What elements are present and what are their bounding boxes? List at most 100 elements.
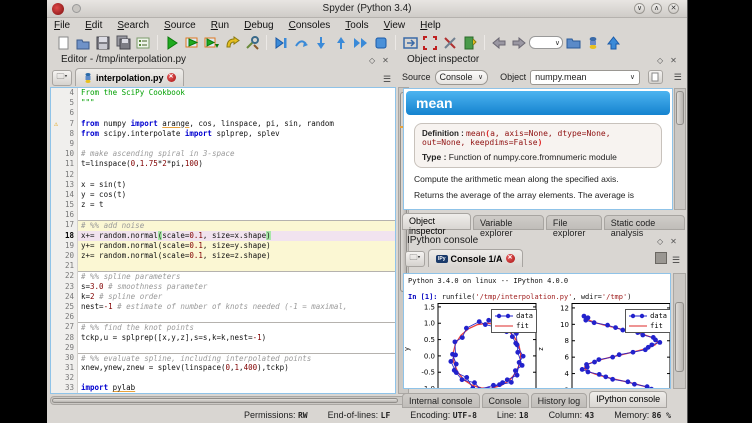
- code-line-10[interactable]: 10# make ascending spiral in 3-space: [51, 149, 395, 159]
- object-inspector-undock-icon[interactable]: ◇: [657, 56, 663, 65]
- menu-source[interactable]: Source: [164, 20, 196, 31]
- browse-directory-button[interactable]: [563, 33, 583, 52]
- code-line-32[interactable]: 32: [51, 373, 395, 383]
- browse-tabs-button[interactable]: 🗀▾: [52, 70, 72, 86]
- editor-close-icon[interactable]: ✕: [382, 56, 389, 65]
- code-line-7[interactable]: ⚠7from numpy import arange, cos, linspac…: [51, 119, 395, 129]
- code-line-18[interactable]: 18x+= random.normal(scale=0.1, size=x.sh…: [51, 231, 395, 241]
- rerun-button[interactable]: [222, 33, 242, 52]
- code-line-26[interactable]: 26: [51, 312, 395, 322]
- code-line-24[interactable]: 24k=2 # spline order: [51, 292, 395, 302]
- console-env-button[interactable]: [583, 33, 603, 52]
- code-line-4[interactable]: 4From the SciPy Cookbook: [51, 88, 395, 98]
- code-line-15[interactable]: 15z = t: [51, 200, 395, 210]
- tab-history-log[interactable]: History log: [531, 393, 588, 408]
- editor-options-button[interactable]: ☰: [378, 72, 396, 86]
- code-editor[interactable]: 4From the SciPy Cookbook5"""6⚠7from nump…: [50, 87, 396, 394]
- tab-internal-console[interactable]: Internal console: [402, 393, 480, 408]
- code-line-12[interactable]: 12: [51, 170, 395, 180]
- run-cell-button[interactable]: [182, 33, 202, 52]
- maximize-pane-button[interactable]: [400, 33, 420, 52]
- console-scrollbar[interactable]: [673, 273, 686, 389]
- step-into-button[interactable]: [311, 33, 331, 52]
- working-directory-combo[interactable]: ∨: [529, 36, 563, 49]
- tab-file-explorer[interactable]: File explorer: [546, 215, 602, 230]
- code-line-11[interactable]: 11t=linspace(0,1.75*2*pi,100): [51, 159, 395, 169]
- code-line-20[interactable]: 20z+= random.normal(scale=0.1, size=z.sh…: [51, 251, 395, 261]
- debug-button[interactable]: [271, 33, 291, 52]
- code-line-29[interactable]: 29: [51, 343, 395, 353]
- code-line-9[interactable]: 9: [51, 139, 395, 149]
- code-line-21[interactable]: 21: [51, 261, 395, 271]
- source-combo[interactable]: Console∨: [435, 70, 489, 85]
- tab-console[interactable]: Console: [482, 393, 529, 408]
- browse-consoles-button[interactable]: 🗀▾: [405, 251, 425, 267]
- editor-tab-interpolation[interactable]: interpolation.py ✕: [75, 68, 184, 86]
- console-options-button[interactable]: ☰: [667, 253, 685, 267]
- code-line-25[interactable]: 25nest=-1 # estimate of number of knots …: [51, 302, 395, 312]
- parent-directory-button[interactable]: [603, 33, 623, 52]
- code-line-22[interactable]: 22# %% spline parameters: [51, 271, 395, 281]
- menu-view[interactable]: View: [384, 20, 406, 31]
- code-line-14[interactable]: 14y = cos(t): [51, 190, 395, 200]
- step-over-button[interactable]: [291, 33, 311, 52]
- code-line-5[interactable]: 5""": [51, 98, 395, 108]
- interrupt-kernel-button[interactable]: [655, 252, 667, 264]
- object-combo[interactable]: numpy.mean∨: [530, 70, 640, 85]
- open-file-button[interactable]: [73, 33, 93, 52]
- menu-search[interactable]: Search: [117, 20, 149, 31]
- menu-help[interactable]: Help: [420, 20, 441, 31]
- run-config-button[interactable]: [242, 33, 262, 52]
- code-line-27[interactable]: 27# %% find the knot points: [51, 322, 395, 332]
- save-button[interactable]: [93, 33, 113, 52]
- tab-variable-explorer[interactable]: Variable explorer: [473, 215, 544, 230]
- code-line-6[interactable]: 6: [51, 108, 395, 118]
- svg-text:6: 6: [565, 354, 570, 362]
- object-inspector-close-icon[interactable]: ✕: [670, 56, 677, 65]
- console-output[interactable]: Python 3.4.0 on linux -- IPython 4.0.0 I…: [403, 273, 671, 389]
- console-tab[interactable]: IPy Console 1/A ✕: [428, 249, 523, 267]
- console-undock-icon[interactable]: ◇: [657, 237, 663, 246]
- code-line-17[interactable]: 17# %% add noise: [51, 220, 395, 230]
- run-button[interactable]: [162, 33, 182, 52]
- svg-text:1.5: 1.5: [424, 303, 435, 311]
- menu-debug[interactable]: Debug: [244, 20, 273, 31]
- tab-object-inspector[interactable]: Object inspector: [402, 213, 471, 230]
- console-close-icon[interactable]: ✕: [670, 237, 677, 246]
- code-line-19[interactable]: 19y+= random.normal(scale=0.1, size=y.sh…: [51, 241, 395, 251]
- stop-debug-button[interactable]: [371, 33, 391, 52]
- editor-undock-icon[interactable]: ◇: [369, 56, 375, 65]
- console-tab-close-icon[interactable]: ✕: [506, 254, 515, 263]
- menu-edit[interactable]: Edit: [85, 20, 102, 31]
- fullscreen-button[interactable]: [420, 33, 440, 52]
- menu-tools[interactable]: Tools: [345, 20, 368, 31]
- code-line-30[interactable]: 30# %% evaluate spline, including interp…: [51, 353, 395, 363]
- code-line-16[interactable]: 16: [51, 210, 395, 220]
- tab-close-icon[interactable]: ✕: [167, 73, 176, 82]
- lock-button[interactable]: [648, 70, 663, 84]
- python-path-button[interactable]: [460, 33, 480, 52]
- editor-horizontal-scrollbar[interactable]: [50, 396, 410, 405]
- code-line-28[interactable]: 28tckp,u = splprep([x,y,z],s=s,k=k,nest=…: [51, 333, 395, 343]
- tools-button[interactable]: [440, 33, 460, 52]
- object-inspector-scrollbar[interactable]: [674, 88, 686, 210]
- tab-static-code-analysis[interactable]: Static code analysis: [604, 215, 685, 230]
- code-line-23[interactable]: 23s=3.0 # smoothness parameter: [51, 282, 395, 292]
- code-line-13[interactable]: 13x = sin(t): [51, 180, 395, 190]
- save-all-button[interactable]: [113, 33, 133, 52]
- file-switcher-button[interactable]: [133, 33, 153, 52]
- menu-file[interactable]: File: [54, 20, 70, 31]
- continue-button[interactable]: [351, 33, 371, 52]
- menu-run[interactable]: Run: [211, 20, 229, 31]
- menu-consoles[interactable]: Consoles: [289, 20, 331, 31]
- object-inspector-options-button[interactable]: ☰: [670, 70, 686, 84]
- forward-button[interactable]: [509, 33, 529, 52]
- back-button[interactable]: [489, 33, 509, 52]
- code-line-31[interactable]: 31xnew,ynew,znew = splev(linspace(0,1,40…: [51, 363, 395, 373]
- run-cell-advance-button[interactable]: [202, 33, 222, 52]
- code-line-8[interactable]: 8from scipy.interpolate import splprep, …: [51, 129, 395, 139]
- code-line-33[interactable]: 33import pylab: [51, 383, 395, 393]
- step-out-button[interactable]: [331, 33, 351, 52]
- tab-ipython-console[interactable]: IPython console: [589, 391, 667, 408]
- new-file-button[interactable]: [53, 33, 73, 52]
